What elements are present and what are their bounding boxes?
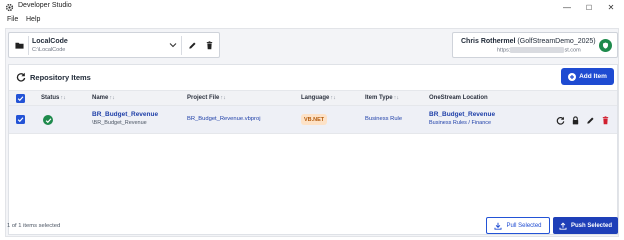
- pull-selected-button[interactable]: Pull Selected: [486, 217, 550, 234]
- workspace-path: C:\LocalCode: [32, 47, 66, 53]
- maximize-button[interactable]: ☐: [578, 0, 600, 15]
- table-row[interactable]: BR_Budget_Revenue \BR_Budget_Revenue BR_…: [9, 106, 617, 134]
- title-bar: Developer Studio — ☐ ✕: [0, 0, 624, 15]
- trash-icon: [602, 115, 608, 124]
- item-type: Business Rule: [365, 116, 403, 122]
- menu-file[interactable]: File: [7, 16, 18, 23]
- push-selected-button[interactable]: Push Selected: [553, 217, 618, 234]
- table-header: Status↑↓ Name↑↓ Project File↑↓ Language↑…: [9, 90, 617, 106]
- column-project-file[interactable]: Project File↑↓: [187, 95, 226, 101]
- check-icon: [17, 96, 24, 102]
- column-status[interactable]: Status↑↓: [41, 95, 66, 101]
- window-title: Developer Studio: [18, 2, 72, 9]
- item-location: BR_Budget_Revenue: [429, 111, 496, 118]
- server-url: https: st.com: [497, 47, 581, 53]
- select-all-checkbox[interactable]: [16, 94, 25, 103]
- item-project-file: BR_Budget_Revenue.vbproj: [187, 116, 261, 122]
- upload-icon: [559, 221, 567, 230]
- column-location: OneStream Location: [429, 95, 488, 101]
- column-item-type-label: Item Type: [365, 95, 393, 101]
- shield-icon[interactable]: [599, 39, 612, 52]
- folder-icon: [15, 42, 24, 49]
- lock-row-button[interactable]: [570, 115, 580, 125]
- download-icon: [494, 222, 503, 230]
- add-item-button[interactable]: Add Item: [561, 68, 614, 85]
- add-item-label: Add Item: [579, 73, 607, 80]
- column-name-label: Name: [92, 95, 109, 101]
- edit-row-button[interactable]: [585, 115, 595, 125]
- plus-icon: [568, 72, 577, 81]
- column-project-file-label: Project File: [187, 95, 220, 101]
- sort-icon: ↑↓: [220, 95, 226, 101]
- main-panel: LocalCode C:\LocalCode Chris Rothermel (…: [5, 28, 619, 237]
- selection-count: 1 of 1 items selected: [7, 223, 61, 229]
- item-location-path: Business Rules / Finance: [429, 120, 492, 126]
- delete-workspace-button[interactable]: [202, 38, 216, 52]
- refresh-icon: [556, 116, 564, 125]
- divider: [28, 36, 29, 55]
- row-checkbox[interactable]: [16, 115, 25, 124]
- divider: [181, 36, 182, 55]
- pencil-icon: [586, 116, 594, 124]
- user-name: Chris Rothermel: [461, 38, 516, 45]
- column-language-label: Language: [301, 95, 330, 101]
- close-window-button[interactable]: ✕: [600, 0, 622, 15]
- sort-icon: ↑↓: [60, 95, 66, 101]
- server-url-suffix: st.com: [564, 47, 581, 54]
- edit-workspace-button[interactable]: [185, 38, 199, 52]
- workspace-name: LocalCode: [32, 38, 68, 45]
- item-name: BR_Budget_Revenue: [92, 111, 159, 118]
- check-icon: [17, 117, 24, 123]
- repository-card: Repository Items Add Item Status↑↓ Name↑…: [8, 64, 618, 235]
- language-badge: VB.NET: [301, 114, 328, 125]
- pull-selected-label: Pull Selected: [506, 222, 542, 229]
- sort-icon: ↑↓: [109, 95, 115, 101]
- repository-title: Repository Items: [30, 73, 91, 82]
- lock-icon: [572, 115, 578, 124]
- column-item-type[interactable]: Item Type↑↓: [365, 95, 399, 101]
- app-gear-icon: [5, 3, 14, 12]
- user-label: Chris Rothermel (GolfStreamDemo_2025): [461, 38, 596, 45]
- menu-help[interactable]: Help: [26, 16, 40, 23]
- column-name[interactable]: Name↑↓: [92, 95, 115, 101]
- chevron-down-icon[interactable]: [169, 42, 177, 48]
- menu-bar: File Help: [0, 15, 624, 28]
- sort-icon: ↑↓: [393, 95, 400, 101]
- minimize-button[interactable]: —: [556, 0, 578, 15]
- server-url-prefix: https:: [497, 47, 511, 54]
- repository-header: Repository Items Add Item: [9, 65, 617, 90]
- pencil-icon: [188, 41, 196, 49]
- connection-name: (GolfStreamDemo_2025): [517, 38, 596, 45]
- redacted-text: [510, 47, 565, 53]
- trash-icon: [206, 40, 212, 49]
- sync-row-button[interactable]: [555, 115, 565, 125]
- status-ok-icon: [43, 115, 53, 125]
- connection-info: Chris Rothermel (GolfStreamDemo_2025) ht…: [452, 32, 618, 58]
- column-status-label: Status: [41, 95, 60, 101]
- item-subpath: \BR_Budget_Revenue: [92, 120, 147, 126]
- delete-row-button[interactable]: [600, 115, 610, 125]
- sort-icon: ↑↓: [330, 95, 336, 101]
- push-selected-label: Push Selected: [570, 222, 612, 229]
- shield-shape: [602, 42, 609, 49]
- check-icon: [45, 117, 51, 123]
- footer-bar: 1 of 1 items selected Pull Selected Push…: [0, 213, 624, 240]
- refresh-icon[interactable]: [16, 72, 26, 82]
- column-language[interactable]: Language↑↓: [301, 95, 336, 101]
- workspace-selector[interactable]: LocalCode C:\LocalCode: [8, 32, 220, 58]
